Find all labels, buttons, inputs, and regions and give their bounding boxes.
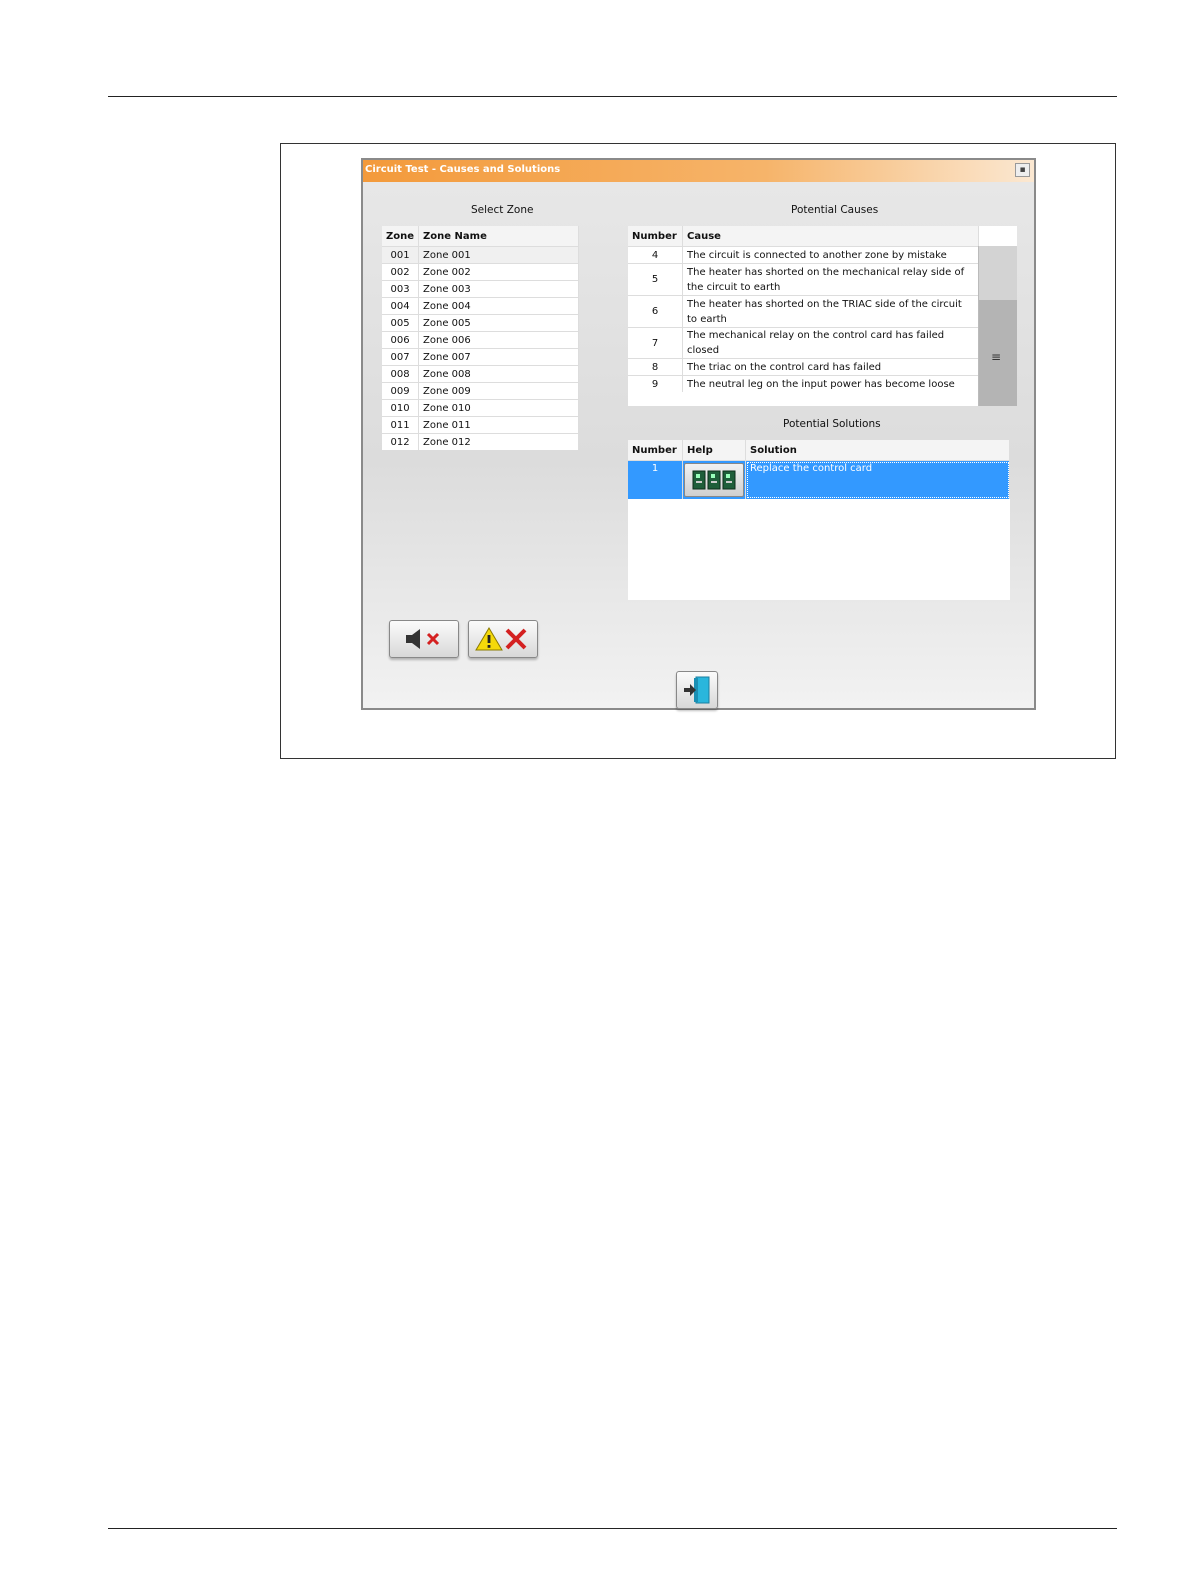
cause-row[interactable]: 4 The circuit is connected to another zon… — [628, 246, 979, 264]
zone-name: Zone 002 — [418, 263, 579, 281]
cause-number-header[interactable]: Number — [628, 226, 683, 247]
zone-id: 004 — [382, 297, 420, 315]
cause-number: 8 — [628, 358, 683, 376]
cause-text: The mechanical relay on the control card… — [682, 327, 979, 359]
cause-row[interactable]: 6 The heater has shorted on the TRIAC sid… — [628, 295, 979, 328]
zone-header[interactable]: Zone — [382, 226, 420, 247]
zone-row[interactable]: 003 Zone 003 — [382, 280, 579, 298]
cause-row[interactable]: 8 The triac on the control card has faile… — [628, 358, 979, 376]
exit-door-icon — [684, 676, 710, 704]
potential-solutions-caption: Potential Solutions — [783, 418, 881, 430]
window-menu-icon[interactable]: ▪ — [1015, 163, 1030, 177]
cause-header[interactable]: Cause — [682, 226, 979, 247]
footer-rule — [108, 1528, 1117, 1529]
cause-text: The heater has shorted on the TRIAC side… — [682, 295, 979, 328]
zone-id: 003 — [382, 280, 420, 298]
zone-id: 011 — [382, 416, 420, 434]
cause-row[interactable]: 7 The mechanical relay on the control car… — [628, 327, 979, 359]
zone-id: 002 — [382, 263, 420, 281]
zone-row[interactable]: 012 Zone 012 — [382, 433, 579, 450]
cause-number: 4 — [628, 246, 683, 264]
solution-header[interactable]: Solution — [745, 440, 1010, 461]
zone-name: Zone 001 — [418, 246, 579, 264]
clear-alarm-button[interactable] — [468, 620, 538, 658]
cause-number: 9 — [628, 375, 683, 392]
zone-id: 007 — [382, 348, 420, 366]
select-zone-caption: Select Zone — [471, 204, 534, 216]
zone-name: Zone 012 — [418, 433, 579, 450]
zone-name: Zone 003 — [418, 280, 579, 298]
zone-id: 010 — [382, 399, 420, 417]
help-button[interactable] — [684, 463, 744, 497]
cause-number: 5 — [628, 263, 683, 296]
zone-row[interactable]: 010 Zone 010 — [382, 399, 579, 417]
zone-id: 009 — [382, 382, 420, 400]
zone-id: 012 — [382, 433, 420, 450]
zone-row[interactable]: 011 Zone 011 — [382, 416, 579, 434]
hamburger-icon: ≡ — [991, 350, 1002, 364]
zone-name: Zone 008 — [418, 365, 579, 383]
zone-name: Zone 011 — [418, 416, 579, 434]
cause-number: 6 — [628, 295, 683, 328]
cause-row[interactable]: 9 The neutral leg on the input power has … — [628, 375, 979, 392]
causes-grid: Number Cause 4 The circuit is connected t… — [628, 226, 1017, 406]
zone-name-header[interactable]: Zone Name — [418, 226, 579, 247]
zone-row[interactable]: 004 Zone 004 — [382, 297, 579, 315]
cause-text: The neutral leg on the input power has b… — [682, 375, 979, 392]
zone-id: 005 — [382, 314, 420, 332]
solution-text: Replace the control card — [745, 460, 1010, 499]
zone-row[interactable]: 009 Zone 009 — [382, 382, 579, 400]
cause-row[interactable]: 5 The heater has shorted on the mechanica… — [628, 263, 979, 296]
solutions-grid: Number Help Solution 1 Replace the contr… — [628, 440, 1010, 600]
zone-name: Zone 010 — [418, 399, 579, 417]
cause-text: The triac on the control card has failed — [682, 358, 979, 376]
zone-name: Zone 005 — [418, 314, 579, 332]
zone-grid: Zone Zone Name 001 Zone 001 002 Zone 002 003… — [382, 226, 579, 450]
warning-clear-icon — [475, 627, 527, 651]
zone-row[interactable]: 008 Zone 008 — [382, 365, 579, 383]
cause-number: 7 — [628, 327, 683, 359]
header-rule — [108, 96, 1117, 97]
zone-row[interactable]: 007 Zone 007 — [382, 348, 579, 366]
cause-text: The circuit is connected to another zone… — [682, 246, 979, 264]
speaker-muted-icon — [406, 629, 440, 649]
exit-button[interactable] — [676, 671, 718, 709]
zone-name: Zone 007 — [418, 348, 579, 366]
cause-text: The heater has shorted on the mechanical… — [682, 263, 979, 296]
zone-id: 006 — [382, 331, 420, 349]
zone-row[interactable]: 001 Zone 001 — [382, 246, 579, 264]
zone-name: Zone 009 — [418, 382, 579, 400]
solution-number-header[interactable]: Number — [628, 440, 683, 461]
causes-scrollbar[interactable]: ≡ — [978, 246, 1017, 406]
solution-number: 1 — [628, 460, 683, 499]
solution-row[interactable]: 1 Replace the control card — [628, 460, 1010, 499]
zone-row[interactable]: 006 Zone 006 — [382, 331, 579, 349]
zone-id: 008 — [382, 365, 420, 383]
zone-id: 001 — [382, 246, 420, 264]
causes-solutions-window: Circuit Test - Causes and Solutions ▪ Se… — [361, 158, 1036, 710]
zone-row[interactable]: 005 Zone 005 — [382, 314, 579, 332]
window-title: Circuit Test - Causes and Solutions — [365, 164, 561, 175]
potential-causes-caption: Potential Causes — [791, 204, 879, 216]
help-header[interactable]: Help — [682, 440, 746, 461]
title-bar: Circuit Test - Causes and Solutions ▪ — [363, 160, 1034, 182]
zone-name: Zone 004 — [418, 297, 579, 315]
control-card-icon — [692, 470, 736, 490]
mute-button[interactable] — [389, 620, 459, 658]
zone-name: Zone 006 — [418, 331, 579, 349]
zone-row[interactable]: 002 Zone 002 — [382, 263, 579, 281]
scrollbar-thumb[interactable]: ≡ — [979, 300, 1017, 406]
